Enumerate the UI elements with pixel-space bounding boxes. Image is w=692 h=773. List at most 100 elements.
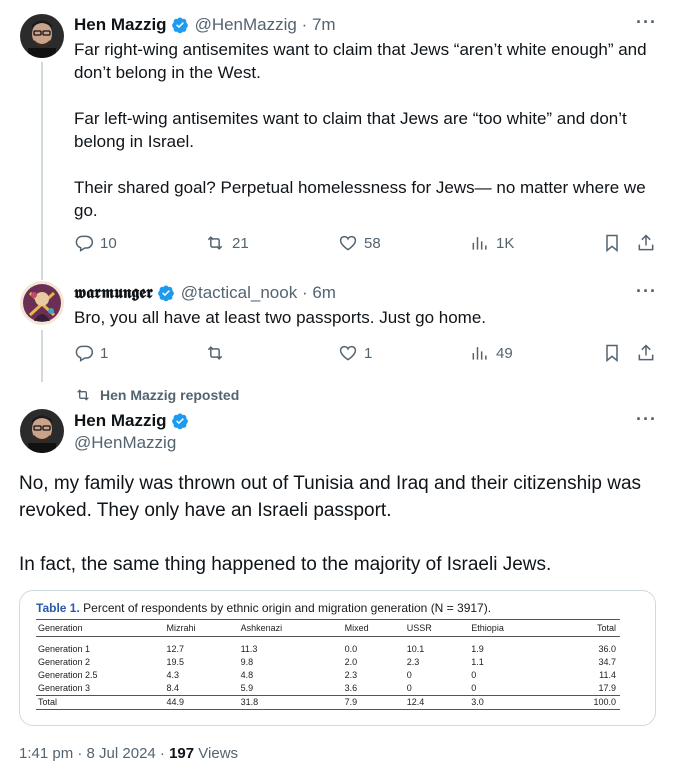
author-handle[interactable]: @HenMazzig	[195, 15, 297, 35]
author-name[interactable]: Hen Mazzig	[74, 411, 167, 431]
like-button[interactable]: 1	[338, 343, 372, 363]
table-cell: Generation 2.5	[38, 670, 98, 680]
table-row: Generation 2.5 4.3 4.8 2.3 0 0 11.4	[36, 669, 620, 682]
reply-button[interactable]: 1	[74, 343, 108, 363]
table-cell: 100.0	[551, 695, 620, 710]
bookmark-icon	[602, 343, 622, 363]
table-cell: Generation 3	[38, 683, 91, 693]
tweet-text: Bro, you all have at least two passports…	[74, 308, 486, 327]
author-name[interactable]: 𝖜𝖆𝖗𝖒𝖚𝖓𝖌𝖊𝖗	[74, 283, 153, 303]
tweet1-header: Hen Mazzig @HenMazzig · 7m	[74, 14, 336, 36]
views-label: Views	[194, 745, 239, 762]
table-header: Mizrahi	[164, 619, 239, 637]
more-icon[interactable]: ···	[636, 409, 657, 430]
repost-icon	[74, 387, 92, 403]
table-cell: 0	[406, 670, 412, 680]
table-cell: 17.9	[598, 683, 616, 693]
table-cell: 2.3	[406, 657, 420, 667]
views-count: 49	[496, 344, 513, 362]
main-tweet-paragraph: No, my family was thrown out of Tunisia …	[19, 473, 642, 521]
repost-icon	[204, 233, 226, 253]
tweet2-header: 𝖜𝖆𝖗𝖒𝖚𝖓𝖌𝖊𝖗 @tactical_nook · 6m	[74, 282, 336, 304]
table-cell: 0	[406, 683, 412, 693]
table-cell: 10.1	[406, 644, 425, 654]
data-table: Generation Mizrahi Ashkenazi Mixed USSR …	[36, 619, 620, 710]
table-cell: Generation 2	[38, 657, 91, 667]
table-cell: 2.0	[344, 657, 358, 667]
table-header: Total	[551, 619, 620, 637]
more-icon[interactable]: ···	[636, 12, 657, 33]
tweet-footer: 1:41 pm · 8 Jul 2024 · 197 Views	[19, 745, 238, 762]
table-cell: 1.9	[471, 644, 484, 654]
table-cell: 3.6	[344, 683, 358, 693]
views-count: 197	[169, 745, 195, 762]
table-cell: 12.7	[166, 644, 184, 654]
table-cell: 8.4	[166, 683, 179, 693]
table-header-row: Generation Mizrahi Ashkenazi Mixed USSR …	[36, 619, 620, 637]
share-button[interactable]	[636, 343, 662, 363]
tweet-timestamp[interactable]: 1:41 pm · 8 Jul 2024 ·	[19, 745, 169, 762]
table-header: Ashkenazi	[238, 619, 343, 637]
author-handle[interactable]: @tactical_nook	[181, 283, 298, 303]
reply-icon	[74, 343, 94, 363]
thread-line	[41, 62, 43, 280]
bookmark-button[interactable]	[602, 233, 628, 253]
repost-button[interactable]: 21	[204, 233, 249, 253]
repost-button[interactable]	[204, 343, 232, 363]
table-cell: 44.9	[164, 695, 239, 710]
table-cell: 5.9	[240, 683, 254, 693]
thread-line	[41, 330, 43, 382]
table-cell: 11.4	[599, 670, 616, 680]
heart-icon	[338, 233, 358, 253]
table-cell: 1.1	[471, 657, 484, 667]
table-cell: 4.3	[166, 670, 179, 680]
like-button[interactable]: 58	[338, 233, 381, 253]
separator-dot: ·	[297, 283, 313, 302]
table-cell: 2.3	[344, 670, 358, 680]
table-header: Ethiopia	[469, 619, 552, 637]
table-cell: 11.3	[240, 644, 258, 654]
table-row: Generation 2 19.5 9.8 2.0 2.3 1.1 34.7	[36, 656, 620, 669]
table-header: USSR	[404, 619, 470, 637]
avatar[interactable]	[20, 409, 64, 453]
table-cell: 7.9	[342, 695, 405, 710]
attached-image[interactable]: Table 1. Percent of respondents by ethni…	[19, 590, 656, 726]
more-icon[interactable]: ···	[636, 281, 657, 302]
bookmark-button[interactable]	[602, 343, 628, 363]
avatar[interactable]	[20, 281, 64, 325]
table-cell: 0	[471, 683, 477, 693]
author-name[interactable]: Hen Mazzig	[74, 15, 167, 35]
repost-count: 21	[232, 234, 249, 252]
table-header: Generation	[36, 619, 165, 637]
avatar[interactable]	[20, 14, 64, 58]
views-icon	[470, 343, 490, 363]
reply-button[interactable]: 10	[74, 233, 117, 253]
table-cell: 19.5	[166, 657, 184, 667]
table-cell: 0.0	[344, 644, 358, 654]
table-cell: 12.4	[404, 695, 470, 710]
table-cell: Total	[36, 695, 165, 710]
tweet-time[interactable]: 6m	[312, 283, 336, 303]
author-handle[interactable]: @HenMazzig	[74, 433, 176, 453]
bookmark-icon	[602, 233, 622, 253]
table-cell: 34.7	[598, 657, 616, 667]
main-tweet-paragraph: In fact, the same thing happened to the …	[19, 554, 552, 575]
repost-label[interactable]: Hen Mazzig reposted	[100, 387, 239, 403]
share-button[interactable]	[636, 233, 662, 253]
main-tweet-header: Hen Mazzig	[74, 410, 195, 432]
views-button[interactable]: 49	[470, 343, 513, 363]
table-total-row: Total 44.9 31.8 7.9 12.4 3.0 100.0	[36, 695, 620, 710]
table-header: Mixed	[342, 619, 405, 637]
share-icon	[636, 233, 656, 253]
table-cell: Generation 1	[38, 644, 91, 654]
like-count: 58	[364, 234, 381, 252]
views-button[interactable]: 1K	[470, 233, 514, 253]
like-count: 1	[364, 344, 373, 362]
verified-badge-icon	[171, 412, 189, 430]
tweet-time[interactable]: 7m	[312, 15, 336, 35]
table-cell: 36.0	[598, 644, 616, 654]
table-cell: 0	[471, 670, 477, 680]
table-row: Generation 3 8.4 5.9 3.6 0 0 17.9	[36, 682, 620, 696]
table-cell: 3.0	[469, 695, 552, 710]
views-icon	[470, 233, 490, 253]
